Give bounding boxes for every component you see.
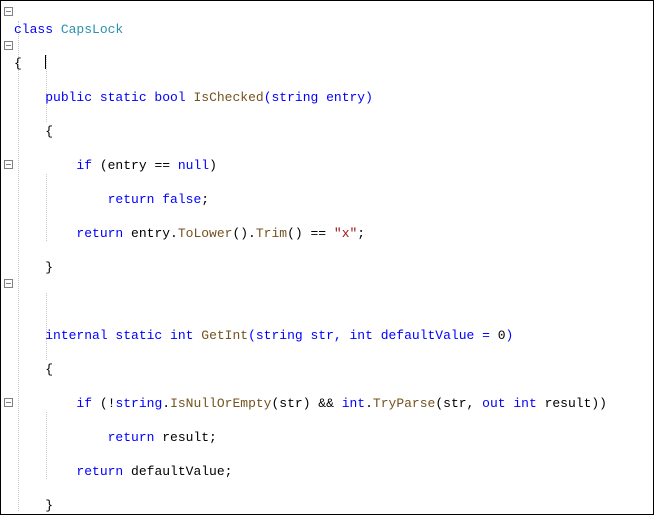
- code-line[interactable]: class CapsLock: [14, 21, 651, 38]
- code-line[interactable]: {: [14, 361, 651, 378]
- fold-toggle[interactable]: [4, 279, 13, 288]
- code-line[interactable]: return false;: [14, 191, 651, 208]
- code-line[interactable]: if (!string.IsNullOrEmpty(str) && int.Tr…: [14, 395, 651, 412]
- code-line[interactable]: {: [14, 55, 651, 72]
- code-line[interactable]: }: [14, 259, 651, 276]
- code-line[interactable]: if (entry == null): [14, 157, 651, 174]
- code-line[interactable]: return entry.ToLower().Trim() == "x";: [14, 225, 651, 242]
- fold-toggle[interactable]: [4, 7, 13, 16]
- fold-toggle[interactable]: [4, 41, 13, 50]
- text-cursor: [45, 55, 46, 69]
- code-area[interactable]: class CapsLock { public static bool IsCh…: [14, 4, 651, 517]
- code-line[interactable]: }: [14, 497, 651, 514]
- code-line[interactable]: internal static int GetInt(string str, i…: [14, 327, 651, 344]
- code-line[interactable]: public static bool IsChecked(string entr…: [14, 89, 651, 106]
- code-line[interactable]: [14, 293, 651, 310]
- code-line[interactable]: return defaultValue;: [14, 463, 651, 480]
- fold-toggle[interactable]: [4, 398, 13, 407]
- code-line[interactable]: return result;: [14, 429, 651, 446]
- code-line[interactable]: {: [14, 123, 651, 140]
- code-editor[interactable]: class CapsLock { public static bool IsCh…: [0, 0, 654, 515]
- fold-toggle[interactable]: [4, 160, 13, 169]
